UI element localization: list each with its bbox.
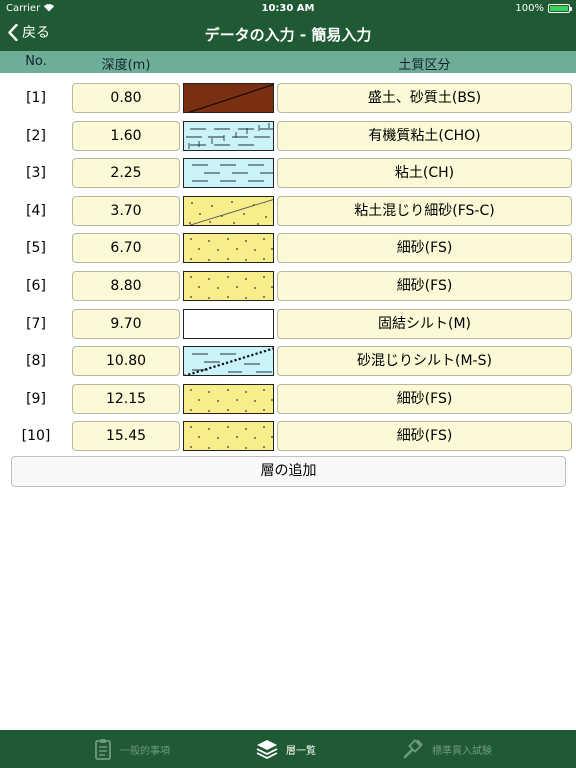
- layer-number: [10]: [21, 428, 51, 445]
- tab-bar: 一般的事項 層一覧 標準貫入試験: [0, 730, 576, 768]
- column-header: No. 深度(m) 土質区分: [0, 51, 576, 73]
- layer-row: [6] 8.80 細砂(FS): [0, 271, 576, 301]
- battery-icon: [548, 4, 572, 13]
- column-no: No.: [25, 54, 47, 69]
- soil-type-field[interactable]: 粘土混じり細砂(FS-C): [277, 195, 572, 226]
- soil-type-field[interactable]: 細砂(FS): [277, 271, 572, 301]
- layer-number: [5]: [26, 240, 46, 257]
- status-bar: Carrier 10:30 AM 100%: [0, 0, 576, 16]
- fine-sand-icon[interactable]: [183, 271, 274, 301]
- nav-row: 戻る データの入力 - 簡易入力: [0, 16, 576, 51]
- tab-spt-label: 標準貫入試験: [432, 745, 492, 757]
- fine-sand-icon[interactable]: [183, 383, 274, 414]
- depth-field[interactable]: 12.15: [72, 383, 180, 414]
- soil-type-field[interactable]: 細砂(FS): [277, 233, 572, 264]
- clipboard-icon: [95, 739, 111, 760]
- depth-field[interactable]: 1.60: [72, 120, 180, 151]
- layer-number: [6]: [26, 278, 46, 294]
- layer-row: [1] 0.80 盛土、砂質土(BS): [0, 83, 576, 113]
- tab-general-label: 一般的事項: [120, 745, 170, 757]
- layer-row: [10] 15.45 細砂(FS): [0, 421, 576, 452]
- depth-field[interactable]: 15.45: [72, 421, 180, 452]
- soil-type-field[interactable]: 細砂(FS): [277, 421, 572, 452]
- tab-layers-label: 層一覧: [286, 745, 316, 757]
- soil-type-field[interactable]: 盛土、砂質土(BS): [277, 83, 572, 113]
- tab-spt[interactable]: 標準貫入試験: [402, 730, 492, 768]
- depth-field[interactable]: 2.25: [72, 158, 180, 189]
- fine-sand-icon[interactable]: [183, 421, 274, 452]
- layer-number: [1]: [26, 90, 46, 106]
- depth-field[interactable]: 10.80: [72, 346, 180, 377]
- soil-type-field[interactable]: 粘土(CH): [277, 158, 572, 189]
- soil-type-field[interactable]: 固結シルト(M): [277, 308, 572, 339]
- depth-field[interactable]: 6.70: [72, 233, 180, 264]
- clayey-sand-icon[interactable]: [183, 195, 274, 226]
- soil-type-field[interactable]: 有機質粘土(CHO): [277, 120, 572, 151]
- layer-number: [7]: [26, 315, 46, 332]
- layer-row: [8] 10.80 砂混じりシルト(M-S): [0, 346, 576, 377]
- fine-sand-icon[interactable]: [183, 233, 274, 264]
- layers-icon: [256, 740, 278, 760]
- page-title: データの入力 - 簡易入力: [204, 26, 372, 44]
- clock: 10:30 AM: [261, 3, 315, 14]
- sandy-silt-icon[interactable]: [183, 346, 274, 377]
- column-depth: 深度(m): [101, 58, 151, 73]
- layer-number: [8]: [26, 353, 46, 370]
- layer-number: [4]: [26, 202, 46, 219]
- organic-clay-icon[interactable]: [183, 120, 274, 151]
- layer-row: [7] 9.70 固結シルト(M): [0, 308, 576, 339]
- clay-icon[interactable]: [183, 158, 274, 189]
- soil-type-field[interactable]: 砂混じりシルト(M-S): [277, 346, 572, 377]
- depth-field[interactable]: 8.80: [72, 271, 180, 301]
- layer-row: [5] 6.70 細砂(FS): [0, 233, 576, 264]
- navigation-bar: Carrier 10:30 AM 100% 戻る データの入力 - 簡易入力: [0, 0, 576, 51]
- layer-row: [4] 3.70 粘土混じり細砂(FS-C): [0, 195, 576, 226]
- layer-number: [2]: [26, 127, 46, 144]
- layer-row: [2] 1.60 有機質粘土(CHO): [0, 120, 576, 151]
- depth-field[interactable]: 3.70: [72, 195, 180, 226]
- depth-field[interactable]: 0.80: [72, 83, 180, 113]
- battery-percent: 100%: [515, 3, 544, 14]
- layer-number: [3]: [26, 165, 46, 182]
- add-layer-button[interactable]: 層の追加: [11, 456, 566, 487]
- soil-type-field[interactable]: 細砂(FS): [277, 383, 572, 414]
- consolidated-silt-icon[interactable]: [183, 308, 274, 339]
- layer-row: [3] 2.25 粘土(CH): [0, 158, 576, 189]
- drill-icon: [403, 739, 423, 759]
- battery-indicator: 100%: [515, 3, 572, 14]
- layer-number: [9]: [26, 390, 46, 407]
- fill-icon[interactable]: [183, 83, 274, 113]
- tab-layers[interactable]: 層一覧: [256, 730, 316, 768]
- tab-general[interactable]: 一般的事項: [94, 730, 170, 768]
- column-soil: 土質区分: [398, 58, 451, 73]
- layer-row: [9] 12.15 細砂(FS): [0, 383, 576, 414]
- depth-field[interactable]: 9.70: [72, 308, 180, 339]
